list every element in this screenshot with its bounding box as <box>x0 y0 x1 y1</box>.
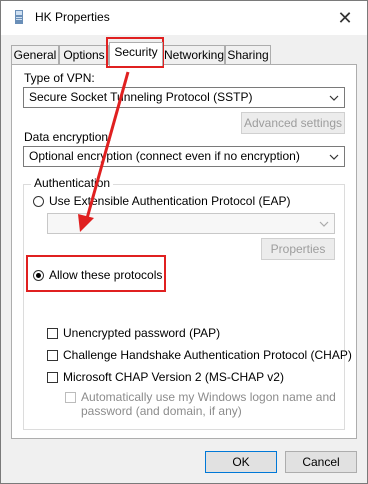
auto-logon-label-line1: Automatically use my Windows logon name … <box>81 390 336 404</box>
vpn-type-dropdown[interactable]: Secure Socket Tunneling Protocol (SSTP) <box>23 87 345 108</box>
authentication-group-label: Authentication <box>31 176 114 190</box>
pap-label: Unencrypted password (PAP) <box>63 326 221 340</box>
tab-general[interactable]: General <box>11 45 59 64</box>
eap-radio-label: Use Extensible Authentication Protocol (… <box>49 194 291 208</box>
radio-selected-dot <box>36 273 41 278</box>
eap-properties-button[interactable]: Properties <box>261 238 335 260</box>
chevron-down-icon <box>329 154 339 160</box>
chevron-down-icon <box>319 221 329 227</box>
eap-radio[interactable] <box>33 196 44 207</box>
data-encryption-dropdown[interactable]: Optional encryption (connect even if no … <box>23 146 345 167</box>
chap-checkbox[interactable] <box>47 350 58 361</box>
eap-method-dropdown[interactable] <box>47 213 335 234</box>
tab-sharing[interactable]: Sharing <box>225 45 271 64</box>
tab-security[interactable]: Security <box>109 42 163 66</box>
chevron-down-icon <box>329 95 339 101</box>
tab-networking[interactable]: Networking <box>163 45 225 64</box>
allow-protocols-radio[interactable] <box>33 270 44 281</box>
window-title: HK Properties <box>35 10 110 24</box>
mschapv2-checkbox[interactable] <box>47 372 58 383</box>
vpn-type-value: Secure Socket Tunneling Protocol (SSTP) <box>29 90 253 104</box>
data-encryption-label: Data encryption: <box>24 130 112 144</box>
vpn-type-label: Type of VPN: <box>24 71 95 85</box>
pap-checkbox[interactable] <box>47 328 58 339</box>
auto-logon-label-line2: password (and domain, if any) <box>81 404 242 418</box>
close-icon[interactable]: ✕ <box>333 6 357 30</box>
advanced-settings-button[interactable]: Advanced settings <box>241 112 345 134</box>
vpn-connection-icon <box>15 10 23 24</box>
mschapv2-label: Microsoft CHAP Version 2 (MS-CHAP v2) <box>63 370 284 384</box>
data-encryption-value: Optional encryption (connect even if no … <box>29 149 300 163</box>
chap-label: Challenge Handshake Authentication Proto… <box>63 348 352 362</box>
cancel-button[interactable]: Cancel <box>285 451 357 473</box>
properties-dialog: HK Properties ✕ General Options Security… <box>0 0 368 484</box>
allow-protocols-label: Allow these protocols <box>49 268 163 282</box>
title-bar[interactable]: HK Properties ✕ <box>1 1 367 35</box>
ok-button[interactable]: OK <box>205 451 277 473</box>
auto-logon-checkbox[interactable] <box>65 392 76 403</box>
tab-strip: General Options Security Networking Shar… <box>1 41 367 66</box>
tab-options[interactable]: Options <box>59 45 109 64</box>
